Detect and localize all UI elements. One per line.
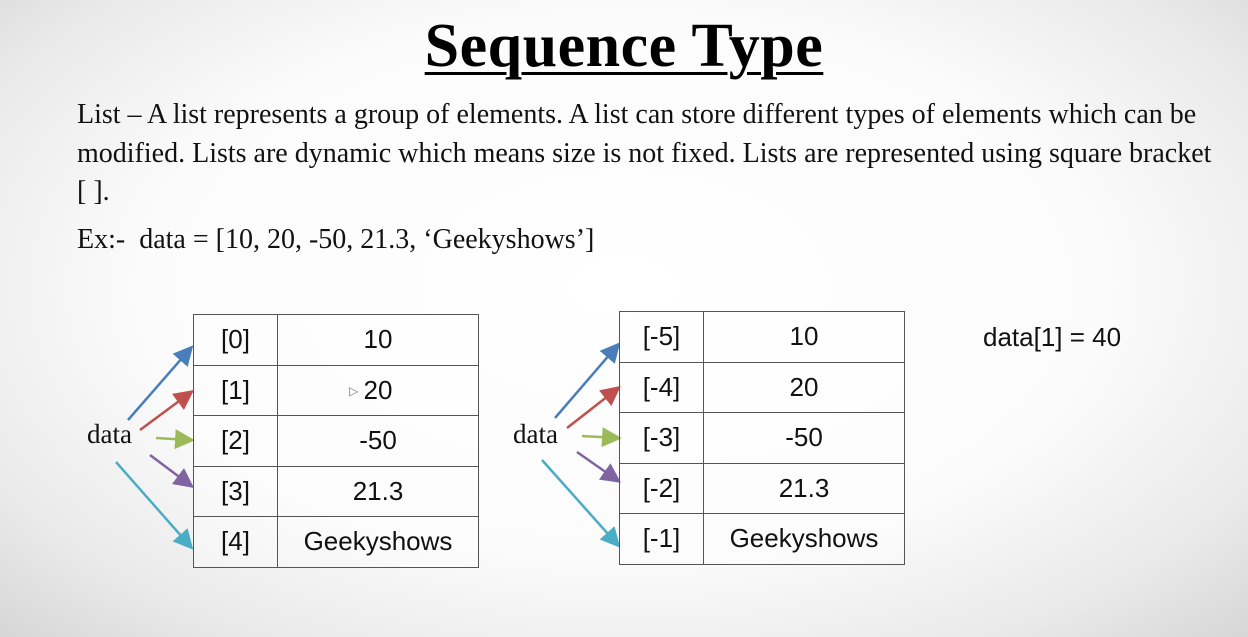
data-variable-label-left: data (87, 419, 132, 449)
arrow-left-2 (155, 429, 195, 450)
value-cell: 20 (703, 361, 905, 413)
index-cell: [3] (193, 465, 278, 517)
table-row: [-3] -50 (619, 412, 905, 464)
table-row: [-1] Geekyshows (619, 513, 905, 565)
value-cell: 20 (277, 364, 479, 416)
index-cell: [1] (193, 364, 278, 416)
index-cell: [2] (193, 415, 278, 467)
table-row: [-4] 20 (619, 361, 905, 413)
value-cell: -50 (277, 415, 479, 467)
index-cell: [-3] (619, 412, 704, 464)
index-cell: [-2] (619, 462, 704, 514)
negative-index-table: [-5] 10 [-4] 20 [-3] -50 [-2] 21.3 [-1] … (619, 311, 905, 565)
table-row: [-5] 10 (619, 311, 905, 363)
table-row: [4] Geekyshows (193, 516, 479, 568)
positive-index-table: [0] 10 [1] 20 [2] -50 [3] 21.3 [4] Geeky… (193, 314, 479, 568)
index-cell: [-4] (619, 361, 704, 413)
index-cell: [-1] (619, 513, 704, 565)
value-cell: 10 (703, 311, 905, 363)
arrow-left-0 (127, 345, 194, 421)
index-cell: [-5] (619, 311, 704, 363)
value-cell: 10 (277, 314, 479, 366)
table-row: [2] -50 (193, 415, 479, 467)
index-cell: [4] (193, 516, 278, 568)
value-cell: -50 (703, 412, 905, 464)
arrow-left-3 (149, 454, 194, 488)
arrow-right-2 (581, 427, 622, 448)
arrow-right-0 (554, 342, 621, 419)
data-variable-label-right: data (513, 419, 558, 449)
index-cell: [0] (193, 314, 278, 366)
assignment-example: data[1] = 40 (983, 322, 1122, 352)
table-row: [3] 21.3 (193, 465, 479, 517)
table-row: [-2] 21.3 (619, 462, 905, 514)
table-row: [1] 20 (193, 364, 479, 416)
value-cell: Geekyshows (277, 516, 479, 568)
arrow-right-3 (576, 450, 622, 483)
arrow-left-4 (115, 461, 194, 550)
mouse-cursor-icon: ▷ (349, 384, 359, 398)
value-cell: Geekyshows (703, 513, 905, 565)
value-cell: 21.3 (703, 462, 905, 514)
table-row: [0] 10 (193, 314, 479, 366)
value-cell: 21.3 (277, 465, 479, 517)
